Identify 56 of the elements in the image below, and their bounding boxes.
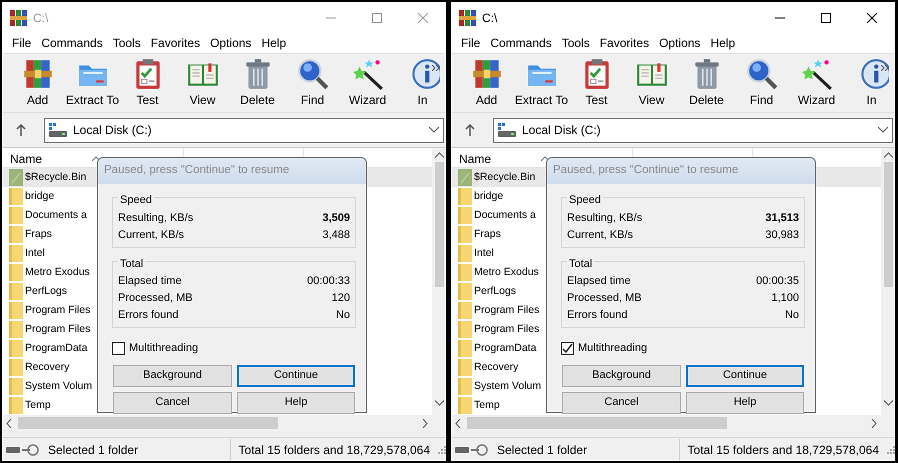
window-title: C:\ xyxy=(482,10,498,26)
file-name: System Volum xyxy=(474,378,542,394)
total-status: Total 15 folders and 18,729,578,064 xyxy=(688,442,879,459)
file-name: Temp xyxy=(474,398,500,413)
file-name: Program Files xyxy=(474,302,540,318)
stat-value: 00:00:35 xyxy=(756,274,799,290)
file-name: Fraps xyxy=(25,226,52,242)
file-name: System Volum xyxy=(25,378,92,394)
file-name: Intel xyxy=(25,246,45,261)
window-title: C:\ xyxy=(33,10,48,26)
file-name: bridge xyxy=(25,188,54,204)
stat-value: No xyxy=(784,308,799,324)
stat-value: 30,983 xyxy=(765,228,799,243)
dialog-title: Paused, press "Continue" to resume xyxy=(98,158,366,184)
stat-value: 120 xyxy=(332,291,350,306)
stat-value: 00:00:33 xyxy=(307,274,350,290)
file-name: Intel xyxy=(474,246,494,261)
file-name: Recovery xyxy=(474,360,518,375)
dialog-title: Paused, press "Continue" to resume xyxy=(547,158,815,184)
file-name: $Recycle.Bin xyxy=(474,170,536,185)
stat-label: Current, KB/s xyxy=(567,228,634,243)
file-name: Fraps xyxy=(474,226,501,242)
stat-value: 1,100 xyxy=(771,291,799,306)
stat-label: Processed, MB xyxy=(567,291,642,306)
stat-value: No xyxy=(336,308,350,324)
selection-status: Selected 1 folder xyxy=(48,442,138,459)
stat-value: 3,488 xyxy=(322,228,350,243)
total-status: Total 15 folders and 18,729,578,064 xyxy=(238,442,430,459)
stat-label: Errors found xyxy=(118,308,179,324)
stat-label: Resulting, KB/s xyxy=(567,210,642,226)
file-name: Temp xyxy=(25,398,51,413)
file-name: Program Files xyxy=(25,302,90,318)
stat-label: Processed, MB xyxy=(118,291,193,306)
file-name: PerfLogs xyxy=(25,284,68,299)
group-label: Speed xyxy=(567,192,603,208)
file-name: ProgramData xyxy=(25,340,88,356)
file-name: Recovery xyxy=(25,360,70,375)
stat-value: 3,509 xyxy=(322,210,350,226)
stat-label: Current, KB/s xyxy=(118,228,184,243)
stat-label: Elapsed time xyxy=(118,274,182,290)
file-name: Documents a xyxy=(474,208,536,223)
file-name: ProgramData xyxy=(474,340,536,356)
file-name: PerfLogs xyxy=(474,284,516,299)
file-name: Program Files xyxy=(474,322,540,337)
stat-label: Elapsed time xyxy=(567,274,631,290)
file-name: Metro Exodus xyxy=(474,264,539,280)
file-name: Documents a xyxy=(25,208,87,223)
stat-label: Resulting, KB/s xyxy=(118,210,194,226)
stat-value: 31,513 xyxy=(765,210,799,226)
selection-status: Selected 1 folder xyxy=(497,442,588,459)
stat-label: Errors found xyxy=(567,308,628,324)
file-name: $Recycle.Bin xyxy=(25,170,86,185)
file-name: bridge xyxy=(474,188,504,204)
file-name: Metro Exodus xyxy=(25,264,90,280)
group-label: Speed xyxy=(118,192,154,208)
file-name: Program Files xyxy=(25,322,90,337)
